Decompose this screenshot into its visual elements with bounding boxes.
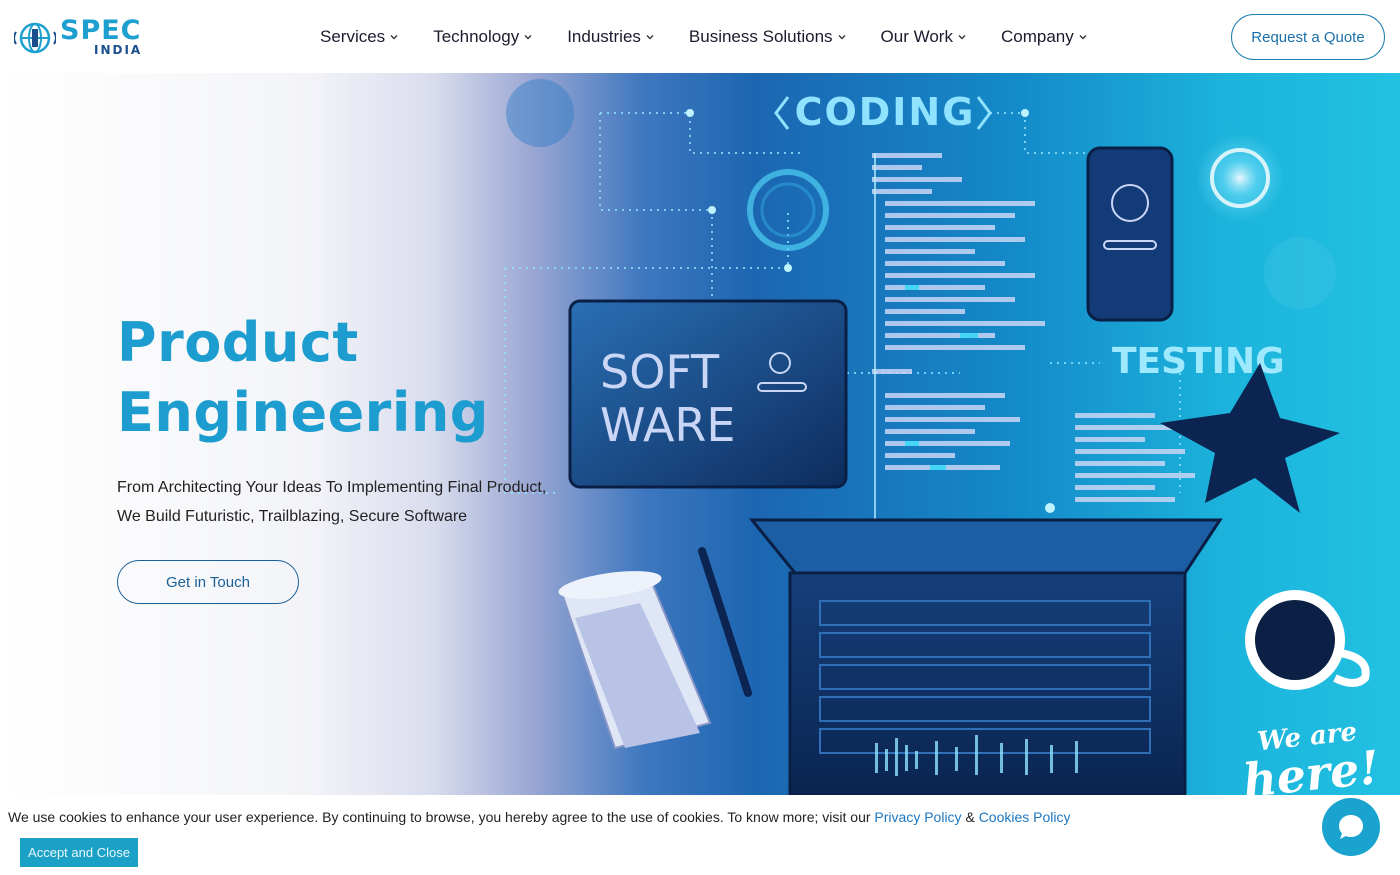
nav-item-industries[interactable]: Industries xyxy=(567,26,655,48)
hero-subtitle: From Architecting Your Ideas To Implemen… xyxy=(117,473,587,531)
get-in-touch-button[interactable]: Get in Touch xyxy=(117,560,299,604)
logo-text-spec: SPEC xyxy=(60,15,142,46)
nav-label: Company xyxy=(1000,27,1074,46)
chevron-down-icon xyxy=(646,35,654,40)
hero-title-line2: Engineering xyxy=(117,381,489,444)
spec-india-logo[interactable]: SPEC INDIA xyxy=(14,14,146,58)
nav-item-business-solutions[interactable]: Business Solutions xyxy=(689,26,847,48)
angle-bracket-left xyxy=(774,96,790,130)
nav-item-technology[interactable]: Technology xyxy=(433,26,533,48)
cookie-text: We use cookies to enhance your user expe… xyxy=(8,809,875,825)
hero-title-line1: Product xyxy=(117,311,359,374)
tablet-device: SOFT WARE xyxy=(568,299,848,489)
software-label-line1: SOFT xyxy=(600,345,720,399)
chat-bubble-icon xyxy=(1339,815,1363,839)
globe-logo-icon xyxy=(14,22,56,54)
chat-launcher-button[interactable] xyxy=(1322,798,1380,856)
privacy-policy-link[interactable]: Privacy Policy xyxy=(874,809,961,825)
chevron-down-icon xyxy=(838,35,846,40)
nav-label: Technology xyxy=(433,27,520,46)
coffee-mug-decor xyxy=(1245,590,1370,690)
decor-circle xyxy=(1264,237,1336,309)
site-header: SPEC INDIA Services Technology Industrie… xyxy=(0,0,1400,73)
chevron-down-icon xyxy=(958,35,966,40)
we-are-here-badge: We are here! xyxy=(1236,716,1384,795)
glow-orb xyxy=(1196,134,1284,222)
logo-text-india: INDIA xyxy=(94,43,143,57)
decor-circle xyxy=(506,79,574,147)
chevron-down-icon xyxy=(1079,35,1087,40)
nav-label: Business Solutions xyxy=(688,27,833,46)
laptop-device xyxy=(748,518,1223,795)
main-nav: Services Technology Industries Business … xyxy=(320,26,1122,48)
notepad-decor xyxy=(558,571,712,750)
nav-item-company[interactable]: Company xyxy=(1001,26,1088,48)
hero-title: Product Engineering xyxy=(117,308,489,448)
nav-item-services[interactable]: Services xyxy=(320,26,399,48)
request-quote-button[interactable]: Request a Quote xyxy=(1231,14,1385,60)
cookie-message: We use cookies to enhance your user expe… xyxy=(8,809,1071,825)
chevron-down-icon xyxy=(390,35,398,40)
coding-label: CODING xyxy=(795,90,976,134)
hero-subtitle-line1: From Architecting Your Ideas To Implemen… xyxy=(117,479,547,496)
angle-bracket-right xyxy=(976,96,992,130)
nav-label: Our Work xyxy=(880,27,953,46)
plant-decor xyxy=(1160,363,1340,513)
chevron-down-icon xyxy=(524,35,532,40)
software-label-line2: WARE xyxy=(600,398,735,452)
accept-and-close-button[interactable]: Accept and Close xyxy=(20,838,138,867)
hero-subtitle-line2: We Build Futuristic, Trailblazing, Secur… xyxy=(117,508,468,525)
nav-label: Industries xyxy=(567,27,641,46)
cookie-consent-bar: We use cookies to enhance your user expe… xyxy=(0,795,1400,875)
pen-decor xyxy=(698,547,752,697)
phone-device xyxy=(1086,146,1174,322)
cookie-amp: & xyxy=(961,809,979,825)
nav-label: Services xyxy=(320,27,386,46)
nav-item-our-work[interactable]: Our Work xyxy=(881,26,967,48)
cookies-policy-link[interactable]: Cookies Policy xyxy=(979,809,1071,825)
badge-line2: here! xyxy=(1240,739,1382,795)
hero-section: CODING SOFT WARE TESTING Product Enginee… xyxy=(0,73,1400,795)
